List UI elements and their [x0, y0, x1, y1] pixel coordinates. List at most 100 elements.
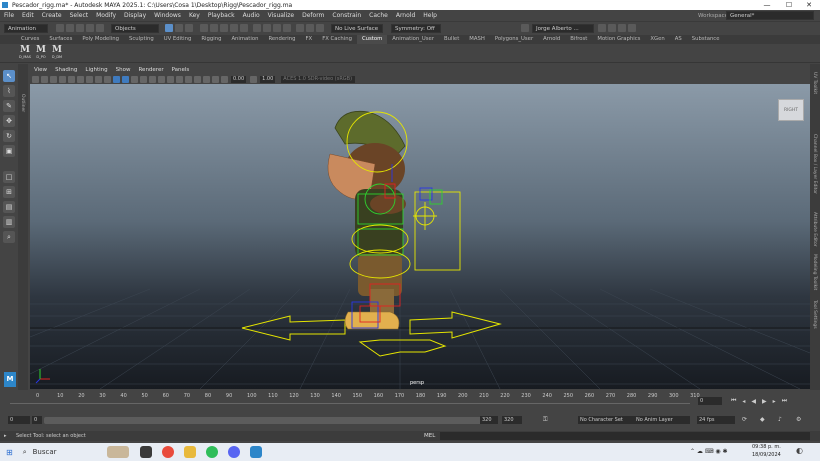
shadows-icon[interactable] [158, 75, 165, 83]
shelf-tab-arnold[interactable]: Arnold [538, 35, 565, 44]
range-end-field[interactable]: 320 [480, 416, 498, 424]
symmetry-dropdown[interactable]: Symmetry: Off [391, 23, 441, 33]
shelf-tab-as[interactable]: AS [670, 35, 687, 44]
taskbar-search-field[interactable]: Buscar [33, 448, 105, 456]
side-tab-uv-toolkit[interactable]: UV Toolkit [812, 72, 817, 94]
graph-layout-icon[interactable]: ▥ [3, 216, 15, 228]
menu-edit[interactable]: Edit [18, 10, 38, 22]
wireframe-icon[interactable] [113, 75, 120, 83]
shelf-tab-bifrost[interactable]: Bifrost [565, 35, 592, 44]
perspective-viewport[interactable]: RIGHT persp [30, 84, 810, 389]
minimize-button[interactable]: — [756, 0, 778, 10]
play-backward-icon[interactable]: ◀ [751, 398, 756, 405]
snap-grid-icon[interactable] [200, 24, 208, 32]
shelf-button-d-dm[interactable]: M D_DM [50, 45, 64, 61]
textured-icon[interactable] [140, 75, 147, 83]
fps-dropdown[interactable]: 24 fps [697, 416, 735, 424]
side-tab-modeling-toolkit[interactable]: Modeling Toolkit [812, 254, 817, 290]
shelf-tab-animation-user[interactable]: Animation_User [387, 35, 439, 44]
range-start-field[interactable]: 0 [32, 416, 42, 424]
menu-playback[interactable]: Playback [204, 10, 239, 22]
maya-taskbar-icon[interactable] [249, 446, 262, 458]
xray-joints-icon[interactable] [212, 75, 219, 83]
snap-view-icon[interactable] [230, 24, 238, 32]
shelf-tab-sculpting[interactable]: Sculpting [124, 35, 159, 44]
clock-date[interactable]: 18/09/2024 [752, 452, 781, 458]
hypershade-icon[interactable] [283, 24, 291, 32]
exposure-icon[interactable] [221, 75, 228, 83]
shelf-tab-bullet[interactable]: Bullet [439, 35, 464, 44]
shelf-tab-surfaces[interactable]: Surfaces [44, 35, 77, 44]
color-space-dropdown[interactable]: ACES 1.0 SDR-video (sRGB) [281, 75, 356, 83]
mel-command-input[interactable] [440, 432, 810, 440]
tool-settings-icon[interactable] [618, 24, 626, 32]
outliner-side-tab[interactable]: Outliner [18, 64, 28, 390]
go-to-start-icon[interactable]: ⏮ [731, 397, 736, 405]
menu-audio[interactable]: Audio [239, 10, 264, 22]
construction-history-icon[interactable] [316, 24, 324, 32]
step-forward-icon[interactable]: ▸ [773, 398, 776, 405]
image-plane-icon[interactable] [50, 75, 57, 83]
resolution-gate-icon[interactable] [77, 75, 84, 83]
select-component-icon[interactable] [185, 24, 193, 32]
menu-select[interactable]: Select [66, 10, 93, 22]
time-slider[interactable]: 0 10 20 30 40 50 60 70 80 90 100 110 120 130 140 150 160… [0, 390, 820, 410]
menu-key[interactable]: Key [185, 10, 204, 22]
shelf-tab-xgen[interactable]: XGen [645, 35, 669, 44]
menu-constrain[interactable]: Constrain [328, 10, 365, 22]
ipr-render-icon[interactable] [263, 24, 271, 32]
panel-menu-shading[interactable]: Shading [51, 67, 81, 73]
chrome-icon[interactable] [161, 446, 174, 458]
grid-icon[interactable] [59, 75, 66, 83]
default-material-icon[interactable] [131, 75, 138, 83]
shelf-tab-fx[interactable]: FX [301, 35, 318, 44]
mel-label[interactable]: MEL [424, 433, 435, 439]
range-slider[interactable] [44, 417, 494, 424]
start-time-field[interactable]: 0 [8, 416, 30, 424]
move-tool-icon[interactable]: ✥ [3, 115, 15, 127]
shelf-tab-motion-graphics[interactable]: Motion Graphics [592, 35, 645, 44]
lasso-tool-icon[interactable]: ⌇ [3, 85, 15, 97]
select-tool-icon[interactable]: ↖ [3, 70, 15, 82]
shelf-button-d-mas[interactable]: M D_MAS [18, 45, 32, 61]
menu-cache[interactable]: Cache [365, 10, 392, 22]
save-scene-icon[interactable] [76, 24, 84, 32]
camera-attributes-icon[interactable] [32, 75, 39, 83]
live-surface-field[interactable]: No Live Surface [331, 23, 383, 33]
menu-display[interactable]: Display [120, 10, 150, 22]
history-icon[interactable] [296, 24, 304, 32]
panel-menu-show[interactable]: Show [112, 67, 135, 73]
shelf-tab-fx-caching[interactable]: FX Caching [317, 35, 357, 44]
clock-time[interactable]: 09:38 p. m. [752, 444, 781, 450]
windows-start-icon[interactable]: ⊞ [6, 448, 13, 457]
maximize-button[interactable]: ☐ [778, 0, 800, 10]
menuset-dropdown[interactable]: Animation [4, 23, 48, 33]
render-icon[interactable] [253, 24, 261, 32]
gamma-icon[interactable] [250, 75, 258, 83]
sound-icon[interactable]: ♪ [778, 416, 782, 423]
search-highlight-icon[interactable] [106, 446, 129, 458]
current-frame-field[interactable]: 0 [698, 397, 722, 405]
menu-help[interactable]: Help [419, 10, 441, 22]
shelf-tab-rendering[interactable]: Rendering [263, 35, 300, 44]
file-explorer-icon[interactable] [183, 446, 196, 458]
shelf-tab-substance[interactable]: Substance [687, 35, 725, 44]
magnet-icon[interactable] [306, 24, 314, 32]
discord-icon[interactable] [227, 446, 240, 458]
shelf-tab-poly-modeling[interactable]: Poly Modeling [77, 35, 124, 44]
auto-key-icon[interactable]: ◆ [760, 416, 765, 423]
outliner-layout-icon[interactable]: ▤ [3, 201, 15, 213]
snap-curve-icon[interactable] [210, 24, 218, 32]
menu-deform[interactable]: Deform [298, 10, 328, 22]
menu-arnold[interactable]: Arnold [392, 10, 419, 22]
motion-blur-icon[interactable] [176, 75, 183, 83]
side-tab-tool-settings[interactable]: Tool Settings [812, 300, 817, 329]
gamma-field[interactable]: 1.00 [260, 75, 276, 83]
character-set-dropdown[interactable]: No Character Set [578, 416, 634, 424]
spotify-icon[interactable] [205, 446, 218, 458]
paint-select-tool-icon[interactable]: ✎ [3, 100, 15, 112]
ambient-occlusion-icon[interactable] [167, 75, 174, 83]
scale-tool-icon[interactable]: ▣ [3, 145, 15, 157]
anim-layer-dropdown[interactable]: No Anim Layer [634, 416, 690, 424]
task-view-icon[interactable] [139, 446, 152, 458]
